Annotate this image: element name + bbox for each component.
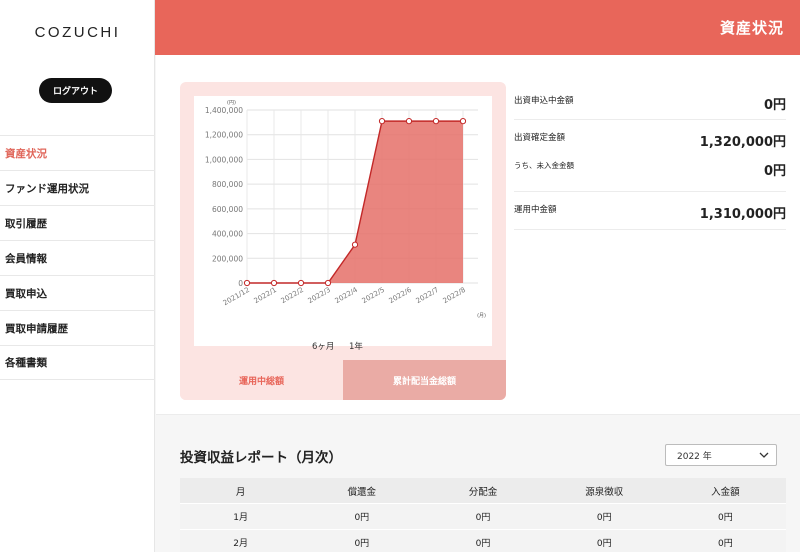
- data-point: [405, 118, 413, 125]
- logo[interactable]: COZUCHI: [0, 24, 155, 41]
- summary-value: 1,310,000円: [699, 207, 786, 222]
- column-header: 源泉徴収: [585, 486, 624, 498]
- data-point: [270, 279, 278, 287]
- summary-value: 1,320,000円: [699, 135, 786, 150]
- column-header: 分配金: [468, 486, 498, 498]
- sidebar: COZUCHI ログアウト 資産状況 ファンド運用状況 取引履歴 会員情報 買取…: [0, 0, 155, 552]
- sidebar-item-transactions[interactable]: 取引履歴: [0, 205, 155, 240]
- x-tick-label: 2021/12: [222, 286, 251, 307]
- range-1y-button[interactable]: 1年: [349, 340, 363, 352]
- logout-button[interactable]: ログアウト: [39, 78, 112, 103]
- page-header: 資産状況: [155, 0, 800, 55]
- year-select-value: 2022 年: [677, 451, 712, 462]
- asset-chart-card: (円) 0 200,000 400,000 600,000 800,000 1,000,00…: [180, 82, 506, 400]
- y-tick-label: 200,000: [212, 254, 243, 263]
- summary-operating: 運用中金額 1,310,000円: [514, 192, 786, 230]
- data-point: [243, 279, 251, 287]
- data-point: [459, 118, 467, 125]
- summary-confirmed: 出資確定金額 1,320,000円: [514, 120, 786, 158]
- summary-label: 運用中金額: [514, 205, 557, 215]
- data-point: [351, 241, 359, 248]
- data-point: [324, 279, 332, 287]
- sidebar-item-buyback-request[interactable]: 買取申込: [0, 275, 155, 310]
- page-title: 資産状況: [719, 19, 784, 37]
- sidebar-item-documents[interactable]: 各種書類: [0, 345, 155, 380]
- summary-value: 0円: [763, 164, 786, 179]
- data-point: [297, 279, 305, 287]
- tab-dividend-total[interactable]: 累計配当金総額: [343, 360, 506, 400]
- table-header: 月 償還金 分配金 源泉徴収 入金額: [180, 478, 786, 504]
- table-cell: 0円: [475, 539, 491, 549]
- data-point: [432, 118, 440, 125]
- summary-applied: 出資申込中金額 0円: [514, 82, 786, 120]
- summary-value: 0円: [763, 98, 786, 113]
- x-tick-label: 2022/8: [442, 286, 467, 305]
- table-cell: 0円: [475, 513, 491, 523]
- column-header: 月: [235, 486, 246, 498]
- table-cell: 0円: [354, 539, 370, 549]
- range-6m-button[interactable]: 6ヶ月: [312, 340, 334, 352]
- report-title: 投資収益レポート（月次）: [180, 450, 342, 466]
- tab-operating-total[interactable]: 運用中総額: [180, 360, 343, 400]
- y-tick-label: 1,000,000: [205, 155, 243, 164]
- summary-label: 出資確定金額: [514, 133, 566, 143]
- chart-area: (円) 0 200,000 400,000 600,000 800,000 1,000,00…: [194, 96, 492, 352]
- asset-chart: (円)0200,000400,000600,000800,0001,000,00…: [205, 100, 486, 319]
- data-point: [378, 118, 386, 125]
- x-tick-label: 2022/4: [334, 286, 360, 306]
- table-cell: 0円: [718, 513, 733, 523]
- sidebar-nav: 資産状況 ファンド運用状況 取引履歴 会員情報 買取申込 買取申請履歴 各種書類: [0, 135, 155, 380]
- sidebar-item-buyback-history[interactable]: 買取申請履歴: [0, 310, 155, 345]
- table-cell: 2月: [233, 539, 248, 549]
- x-tick-label: 2022/5: [361, 286, 386, 305]
- y-tick-label: 1,400,000: [205, 106, 243, 115]
- x-tick-label: 2022/7: [415, 286, 440, 305]
- x-tick-label: 2022/6: [388, 286, 414, 306]
- x-tick-label: 2022/2: [280, 286, 305, 305]
- year-select[interactable]: 2022 年: [665, 444, 777, 466]
- table-row: 1月 0円 0円 0円 0円: [180, 504, 786, 530]
- column-header: 償還金: [347, 486, 377, 498]
- y-tick-label: 800,000: [212, 180, 243, 189]
- sidebar-item-assets[interactable]: 資産状況: [0, 135, 155, 170]
- table-cell: 1月: [233, 513, 248, 523]
- summary-label: 出資申込中金額: [514, 96, 574, 106]
- report-table: 月 償還金 分配金 源泉徴収 入金額 1月 0円 0円 0円 0円 2月 0円 …: [180, 478, 786, 552]
- table-cell: 0円: [596, 539, 612, 549]
- table-cell: 0円: [354, 513, 370, 523]
- asset-summary: 出資申込中金額 0円 出資確定金額 1,320,000円 うち、未入金金額 0円…: [514, 82, 786, 230]
- sidebar-item-member-info[interactable]: 会員情報: [0, 240, 155, 275]
- x-tick-label: 2022/3: [307, 286, 332, 305]
- sidebar-item-fund-status[interactable]: ファンド運用状況: [0, 170, 155, 205]
- chevron-down-icon: [759, 452, 769, 458]
- y-tick-label: 600,000: [212, 205, 243, 214]
- column-header: 入金額: [711, 486, 740, 498]
- summary-unpaid: うち、未入金金額 0円: [514, 158, 786, 192]
- y-tick-label: 400,000: [212, 230, 243, 239]
- summary-label: うち、未入金金額: [514, 161, 574, 170]
- table-cell: 0円: [596, 513, 612, 523]
- y-tick-label: 0: [238, 279, 243, 288]
- table-row: 2月 0円 0円 0円 0円: [180, 530, 786, 552]
- y-tick-label: 1,200,000: [205, 131, 243, 140]
- x-tick-label: 2022/1: [253, 286, 278, 305]
- table-cell: 0円: [718, 539, 733, 549]
- x-unit-label: (月): [477, 313, 486, 319]
